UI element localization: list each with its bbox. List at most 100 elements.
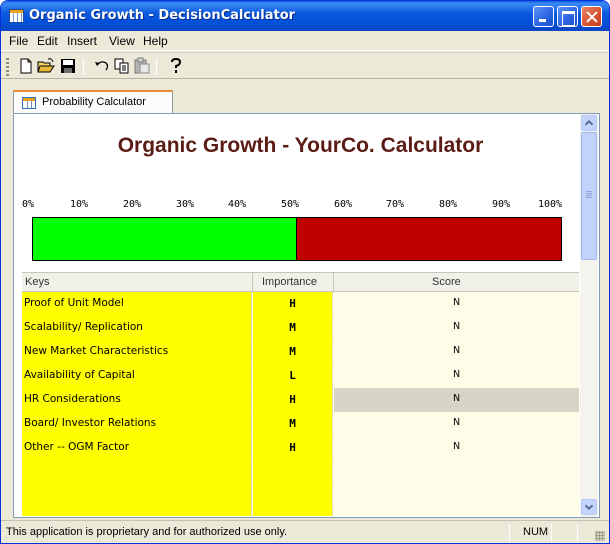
importance-cell[interactable]: H xyxy=(253,388,333,412)
table-row[interactable]: New Market Characteristics M N xyxy=(22,340,579,364)
key-cell[interactable] xyxy=(22,460,252,484)
importance-cell[interactable]: L xyxy=(253,364,333,388)
scale-label: 90% xyxy=(492,199,511,210)
score-cell[interactable] xyxy=(334,460,579,484)
header-importance[interactable]: Importance xyxy=(262,276,317,288)
scale-label: 30% xyxy=(176,199,195,210)
menu-help[interactable]: Help xyxy=(143,34,168,48)
importance-cell[interactable]: H xyxy=(253,436,333,460)
scale-label: 80% xyxy=(439,199,458,210)
score-cell[interactable]: N xyxy=(334,316,579,340)
scale-label: 10% xyxy=(70,199,89,210)
toolbar xyxy=(1,52,609,79)
column-divider[interactable] xyxy=(333,273,334,293)
table-row[interactable]: Other -- OGM Factor H N xyxy=(22,436,579,460)
status-divider xyxy=(551,524,552,542)
score-text: N xyxy=(452,369,461,380)
table-row[interactable]: Scalability/ Replication M N xyxy=(22,316,579,340)
copy-icon[interactable] xyxy=(113,57,131,75)
key-cell[interactable]: Scalability/ Replication xyxy=(22,316,252,340)
header-keys[interactable]: Keys xyxy=(25,276,49,288)
score-cell[interactable]: N xyxy=(334,292,579,316)
menu-view[interactable]: View xyxy=(109,34,135,48)
score-text: N xyxy=(452,393,461,404)
status-divider xyxy=(577,524,578,542)
score-cell-selected[interactable]: N xyxy=(334,388,579,412)
key-text: New Market Characteristics xyxy=(24,345,169,357)
maximize-button[interactable] xyxy=(557,6,578,27)
menu-edit[interactable]: Edit xyxy=(37,34,58,48)
score-text: N xyxy=(452,297,461,308)
table-row-empty[interactable] xyxy=(22,508,579,516)
scroll-down-icon[interactable] xyxy=(581,499,597,515)
open-icon[interactable] xyxy=(37,57,55,75)
paste-icon[interactable] xyxy=(133,57,151,75)
table-row[interactable]: Board/ Investor Relations M N xyxy=(22,412,579,436)
key-cell[interactable]: Availability of Capital xyxy=(22,364,252,388)
importance-cell[interactable] xyxy=(253,460,333,484)
key-cell[interactable]: HR Considerations xyxy=(22,388,252,412)
scale-label: 0% xyxy=(22,199,35,210)
importance-text: M xyxy=(289,345,296,358)
key-cell[interactable]: Other -- OGM Factor xyxy=(22,436,252,460)
score-cell[interactable] xyxy=(334,508,579,516)
column-divider[interactable] xyxy=(252,273,253,293)
scale-label: 70% xyxy=(386,199,405,210)
help-icon[interactable] xyxy=(167,57,185,75)
menu-bar: File Edit Insert View Help xyxy=(1,31,609,51)
score-text: N xyxy=(452,441,461,452)
menu-insert[interactable]: Insert xyxy=(67,34,97,48)
table-row-empty[interactable] xyxy=(22,484,579,508)
importance-text: H xyxy=(289,393,296,406)
importance-text: M xyxy=(289,321,296,334)
tab-probability-calculator[interactable]: Probability Calculator xyxy=(13,90,173,114)
key-cell[interactable]: Proof of Unit Model xyxy=(22,292,252,316)
calculator-panel: Organic Growth - YourCo. Calculator 0% 1… xyxy=(13,113,600,518)
importance-cell[interactable]: M xyxy=(253,316,333,340)
score-cell[interactable]: N xyxy=(334,364,579,388)
key-text: HR Considerations xyxy=(24,393,121,405)
toolbar-separator xyxy=(156,59,157,75)
score-cell[interactable] xyxy=(334,484,579,508)
key-text: Availability of Capital xyxy=(24,369,135,381)
undo-icon[interactable] xyxy=(93,57,111,75)
score-text: N xyxy=(452,417,461,428)
num-lock-indicator: NUM xyxy=(523,526,549,538)
save-icon[interactable] xyxy=(59,57,77,75)
title-bar[interactable]: Organic Growth - DecisionCalculator xyxy=(1,1,609,31)
grid-header: Keys Importance Score xyxy=(22,272,579,293)
status-message: This application is proprietary and for … xyxy=(6,526,288,538)
spreadsheet-icon xyxy=(9,9,24,23)
key-cell[interactable] xyxy=(22,508,252,516)
score-cell[interactable]: N xyxy=(334,436,579,460)
resize-grip-icon[interactable] xyxy=(595,531,605,541)
scale-label: 40% xyxy=(228,199,247,210)
score-text: N xyxy=(452,321,461,332)
importance-cell[interactable]: M xyxy=(253,340,333,364)
table-row[interactable]: Proof of Unit Model H N xyxy=(22,292,579,316)
key-cell[interactable]: New Market Characteristics xyxy=(22,340,252,364)
importance-cell[interactable]: H xyxy=(253,292,333,316)
table-row-empty[interactable] xyxy=(22,460,579,484)
scroll-thumb[interactable] xyxy=(581,132,597,260)
score-cell[interactable]: N xyxy=(334,340,579,364)
importance-cell[interactable]: M xyxy=(253,412,333,436)
close-button[interactable] xyxy=(581,6,602,27)
table-row[interactable]: Availability of Capital L N xyxy=(22,364,579,388)
key-text: Board/ Investor Relations xyxy=(24,417,157,429)
importance-cell[interactable] xyxy=(253,508,333,516)
vertical-scrollbar[interactable] xyxy=(580,114,598,517)
calculator-canvas: Organic Growth - YourCo. Calculator 0% 1… xyxy=(22,116,579,516)
scroll-up-icon[interactable] xyxy=(581,115,597,131)
toolbar-grip[interactable] xyxy=(6,58,9,76)
header-score[interactable]: Score xyxy=(432,276,461,288)
minimize-button[interactable] xyxy=(533,6,554,27)
menu-file[interactable]: File xyxy=(9,34,28,48)
table-row-selected[interactable]: HR Considerations H N xyxy=(22,388,579,412)
tab-strip: Probability Calculator xyxy=(1,80,609,114)
score-cell[interactable]: N xyxy=(334,412,579,436)
key-cell[interactable] xyxy=(22,484,252,508)
key-cell[interactable]: Board/ Investor Relations xyxy=(22,412,252,436)
importance-cell[interactable] xyxy=(253,484,333,508)
new-icon[interactable] xyxy=(17,57,35,75)
